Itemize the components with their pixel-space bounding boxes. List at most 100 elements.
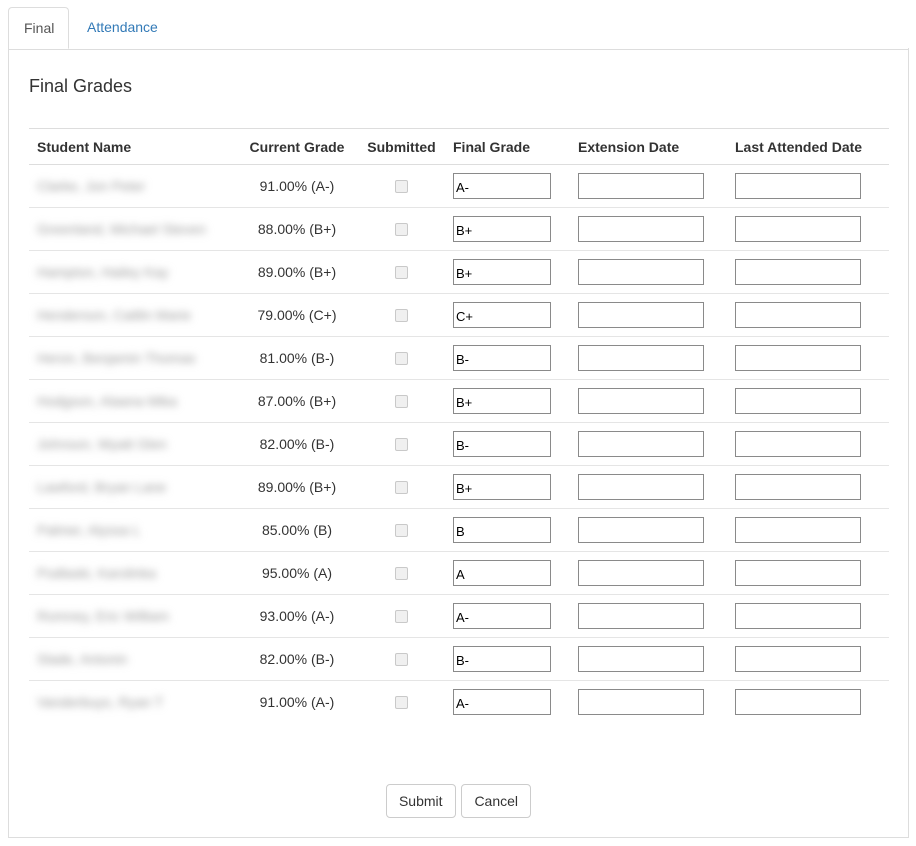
tab-attendance[interactable]: Attendance <box>72 7 173 48</box>
final-grade-cell <box>445 422 570 466</box>
final-grade-input[interactable] <box>453 259 551 285</box>
extension-date-input[interactable] <box>578 216 704 242</box>
table-row: Podlaski, Karolinka 95.00% (A) <box>29 551 889 595</box>
header-student-name: Student Name <box>29 128 236 165</box>
submitted-checkbox[interactable] <box>395 523 408 537</box>
extension-date-cell <box>570 508 727 552</box>
student-name-cell: Heron, Benjamin Thomas <box>29 336 236 380</box>
submitted-cell <box>358 336 445 380</box>
final-grade-input[interactable] <box>453 388 551 414</box>
extension-date-input[interactable] <box>578 345 704 371</box>
student-name-cell: Greenland, Michael Steven <box>29 207 236 251</box>
submitted-checkbox[interactable] <box>395 351 408 365</box>
student-name: Greenland, Michael Steven <box>37 221 206 237</box>
submitted-checkbox[interactable] <box>395 265 408 279</box>
student-name: Lawford, Bryan Lane <box>37 479 167 495</box>
tab-bar: Final Attendance <box>8 7 909 50</box>
submitted-checkbox[interactable] <box>395 480 408 494</box>
submitted-cell <box>358 422 445 466</box>
student-name-cell: Henderson, Caitlin Marie <box>29 293 236 337</box>
last-attended-date-input[interactable] <box>735 689 861 716</box>
final-grade-input[interactable] <box>453 560 551 586</box>
final-grade-cell <box>445 594 570 638</box>
extension-date-input[interactable] <box>578 560 704 586</box>
final-grade-input[interactable] <box>453 646 551 672</box>
header-extension-date: Extension Date <box>570 128 727 165</box>
last-attended-date-input[interactable] <box>735 302 861 328</box>
submit-button[interactable]: Submit <box>385 784 456 818</box>
extension-date-input[interactable] <box>578 173 704 199</box>
extension-date-input[interactable] <box>578 431 704 457</box>
current-grade: 81.00% (B-) <box>236 336 358 380</box>
submitted-checkbox[interactable] <box>395 609 408 623</box>
last-attended-date-input[interactable] <box>735 646 861 672</box>
last-attended-date-input[interactable] <box>735 173 861 199</box>
last-attended-date-input[interactable] <box>735 216 861 242</box>
last-attended-date-cell <box>727 164 889 208</box>
last-attended-date-input[interactable] <box>735 603 861 629</box>
last-attended-date-cell <box>727 465 889 509</box>
final-grade-input[interactable] <box>453 689 551 716</box>
submitted-checkbox[interactable] <box>395 566 408 580</box>
submitted-cell <box>358 379 445 423</box>
submitted-checkbox[interactable] <box>395 652 408 666</box>
student-name-cell: Slade, Antonin <box>29 637 236 681</box>
final-grade-cell <box>445 508 570 552</box>
tab-final[interactable]: Final <box>8 7 69 49</box>
current-grade: 89.00% (B+) <box>236 250 358 294</box>
extension-date-input[interactable] <box>578 646 704 672</box>
extension-date-input[interactable] <box>578 302 704 328</box>
extension-date-input[interactable] <box>578 603 704 629</box>
last-attended-date-input[interactable] <box>735 345 861 371</box>
final-grade-input[interactable] <box>453 431 551 457</box>
submitted-checkbox[interactable] <box>395 222 408 236</box>
submitted-checkbox[interactable] <box>395 394 408 408</box>
final-grade-input[interactable] <box>453 216 551 242</box>
submitted-cell <box>358 293 445 337</box>
submitted-checkbox[interactable] <box>395 437 408 451</box>
final-grade-input[interactable] <box>453 474 551 500</box>
last-attended-date-cell <box>727 681 889 724</box>
final-grades-panel: Final Grades Student Name Current Grade … <box>8 48 909 838</box>
extension-date-input[interactable] <box>578 517 704 543</box>
last-attended-date-input[interactable] <box>735 474 861 500</box>
extension-date-input[interactable] <box>578 388 704 414</box>
current-grade: 82.00% (B-) <box>236 422 358 466</box>
final-grade-input[interactable] <box>453 603 551 629</box>
last-attended-date-input[interactable] <box>735 517 861 543</box>
extension-date-cell <box>570 293 727 337</box>
extension-date-cell <box>570 594 727 638</box>
final-grade-input[interactable] <box>453 517 551 543</box>
student-name: Vanderbuys, Ryan T <box>37 694 164 711</box>
submitted-checkbox[interactable] <box>395 179 408 193</box>
extension-date-cell <box>570 164 727 208</box>
student-name-cell: Romney, Eric William <box>29 594 236 638</box>
current-grade: 87.00% (B+) <box>236 379 358 423</box>
student-name-cell: Lawford, Bryan Lane <box>29 465 236 509</box>
last-attended-date-input[interactable] <box>735 259 861 285</box>
submitted-checkbox[interactable] <box>395 308 408 322</box>
final-grade-cell <box>445 637 570 681</box>
last-attended-date-input[interactable] <box>735 560 861 586</box>
final-grade-input[interactable] <box>453 173 551 199</box>
submitted-cell <box>358 681 445 724</box>
last-attended-date-input[interactable] <box>735 388 861 414</box>
extension-date-input[interactable] <box>578 259 704 285</box>
last-attended-date-cell <box>727 422 889 466</box>
final-grade-input[interactable] <box>453 345 551 371</box>
student-name: Hampton, Hailey Kay <box>37 264 169 280</box>
table-row: Lawford, Bryan Lane 89.00% (B+) <box>29 465 889 509</box>
submitted-checkbox[interactable] <box>395 696 408 710</box>
last-attended-date-input[interactable] <box>735 431 861 457</box>
extension-date-cell <box>570 207 727 251</box>
final-grade-input[interactable] <box>453 302 551 328</box>
current-grade: 89.00% (B+) <box>236 465 358 509</box>
table-row: Vanderbuys, Ryan T 91.00% (A-) <box>29 681 889 724</box>
extension-date-input[interactable] <box>578 689 704 716</box>
student-name: Podlaski, Karolinka <box>37 565 157 581</box>
header-current-grade: Current Grade <box>236 128 358 165</box>
last-attended-date-cell <box>727 551 889 595</box>
extension-date-cell <box>570 681 727 724</box>
extension-date-input[interactable] <box>578 474 704 500</box>
cancel-button[interactable]: Cancel <box>461 784 532 818</box>
